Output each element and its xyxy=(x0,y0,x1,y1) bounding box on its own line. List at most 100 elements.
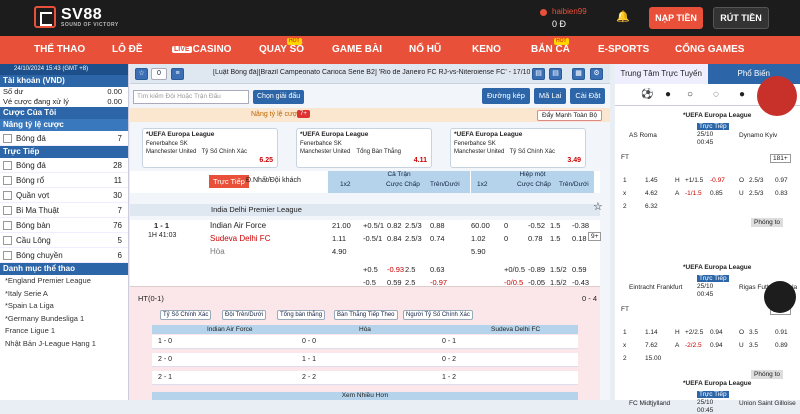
odds-cell[interactable]: 1.02 xyxy=(471,233,486,245)
search-input[interactable]: Tìm kiếm Đội Hoặc Trận Đấu xyxy=(133,90,249,104)
logo[interactable]: SV88SOUND OF VICTORY xyxy=(34,6,119,28)
odds-cell[interactable]: 1.5 xyxy=(550,220,560,232)
odds-cell[interactable]: +0.5/1 xyxy=(363,220,384,232)
doc-icon[interactable]: ▤ xyxy=(532,68,545,80)
grid-row[interactable]: 2 - 0 1 - 1 0 - 2 xyxy=(152,353,578,367)
odds-cell[interactable]: 5.90 xyxy=(471,246,486,258)
nav-item-casino[interactable]: LIVECASINO xyxy=(172,36,231,64)
news-ticker[interactable]: [Luật Bóng đá][Brazil Campeonato Carioca… xyxy=(213,69,531,76)
promo-card[interactable]: *UEFA Europa League Fenerbahce SK Manche… xyxy=(142,128,278,168)
league-item[interactable]: *England Premier League xyxy=(0,275,128,288)
nav-item-the-thao[interactable]: THỂ THAO xyxy=(34,36,85,64)
odds-cell[interactable]: 21.00 xyxy=(332,220,351,232)
odds-cell[interactable]: -0.38 xyxy=(572,220,589,232)
deposit-button[interactable]: NẠP TIỀN xyxy=(649,7,703,29)
settings-dropdown[interactable]: Cài Đặt xyxy=(570,88,605,104)
live-item-table-tennis[interactable]: Bóng bàn76 xyxy=(0,218,128,233)
odds-cell[interactable]: 0.82 xyxy=(387,220,402,232)
bell-icon[interactable]: 🔔 xyxy=(616,11,626,23)
raise-item-football[interactable]: Bóng đá7 xyxy=(0,131,128,146)
odds-cell[interactable]: 0.84 xyxy=(387,233,402,245)
grid-score[interactable]: 0 - 0 xyxy=(302,335,316,349)
odds-cell[interactable]: -0.89 xyxy=(528,264,545,276)
live-item-billiards[interactable]: Bi Ma Thuật7 xyxy=(0,203,128,218)
grid-score[interactable]: 0 - 1 xyxy=(442,335,456,349)
chip-total-goals[interactable]: Tổng bàn thắng xyxy=(277,310,325,320)
odds-cell[interactable]: +0.5 xyxy=(363,264,378,276)
market-dropdown[interactable]: Mã Lai xyxy=(534,88,567,104)
odds-cell[interactable]: 2.5 xyxy=(405,264,415,276)
nav-item-esports[interactable]: E-SPORTS xyxy=(598,36,649,64)
odds-cell[interactable]: 2.5/3 xyxy=(405,220,422,232)
doc-icon-2[interactable]: ▤ xyxy=(549,68,562,80)
badminton-icon[interactable]: ◌ xyxy=(713,89,719,100)
nav-item-keno[interactable]: KENO xyxy=(472,36,501,64)
grid-score[interactable]: 1 - 2 xyxy=(442,371,456,385)
odds-cell[interactable]: -0.5/1 xyxy=(363,233,382,245)
raise-odds-header[interactable]: Nâng tỷ lệ cược xyxy=(0,119,128,131)
odds-cell[interactable]: -0.52 xyxy=(528,220,545,232)
withdraw-button[interactable]: RÚT TIỀN xyxy=(713,7,769,29)
promo-bubble-icon[interactable] xyxy=(757,76,797,116)
live-header[interactable]: Trực Tiếp xyxy=(0,146,128,158)
tab-live-center[interactable]: Trung Tâm Trực Tuyến xyxy=(615,64,708,84)
star-icon[interactable]: ☆ xyxy=(593,201,603,213)
grid-score[interactable]: 2 - 0 xyxy=(158,353,172,367)
promo-card[interactable]: *UEFA Europa League Fenerbahce SK Manche… xyxy=(450,128,586,168)
see-more-button[interactable]: Xem Nhiều Hơn xyxy=(152,392,578,400)
grid-row[interactable]: 1 - 0 0 - 0 0 - 1 xyxy=(152,335,578,349)
live-item-tennis[interactable]: Quần vợt30 xyxy=(0,188,128,203)
grid-score[interactable]: 1 - 1 xyxy=(302,353,316,367)
leagues-header[interactable]: Danh mục thể thao xyxy=(0,263,128,275)
tennis-icon[interactable]: ○ xyxy=(687,89,693,100)
table-tennis-icon[interactable]: ● xyxy=(739,89,745,100)
nav-item-no-hu[interactable]: NỔ HŨ xyxy=(409,36,441,64)
odds-cell[interactable]: 4.90 xyxy=(332,246,347,258)
live-item-volleyball[interactable]: Bóng chuyền6 xyxy=(0,248,128,263)
live-item-football[interactable]: Bóng đá28 xyxy=(0,158,128,173)
odds-cell[interactable]: 1.11 xyxy=(332,233,346,245)
odds-cell[interactable]: 0.18 xyxy=(572,233,587,245)
chip-team-ou[interactable]: Đội Trên/Dưới xyxy=(222,310,266,320)
chip-exact-score[interactable]: Tỷ Số Chính Xác xyxy=(160,310,211,320)
odds-cell[interactable]: 0.74 xyxy=(430,233,445,245)
my-bets-header[interactable]: Cược Của Tôi xyxy=(0,107,128,119)
grid-score[interactable]: 2 - 1 xyxy=(158,371,172,385)
league-item[interactable]: France Ligue 1 xyxy=(0,325,128,338)
live-item-basketball[interactable]: Bóng rổ11 xyxy=(0,173,128,188)
basketball-icon[interactable]: ● xyxy=(665,89,671,100)
league-item[interactable]: Nhật Bản J-League Hạng 1 xyxy=(0,338,128,351)
tab-live[interactable]: Trực Tiếp xyxy=(209,175,249,188)
grid-score[interactable]: 0 - 2 xyxy=(442,353,456,367)
odds-cell[interactable]: 0 xyxy=(504,220,508,232)
odds-cell[interactable]: 1.5 xyxy=(550,233,560,245)
league-item[interactable]: *Germany Bundesliga 1 xyxy=(0,313,128,326)
league-row[interactable]: India Delhi Premier League ☆ xyxy=(130,204,600,216)
odds-cell[interactable]: 0 xyxy=(504,233,508,245)
chip-person-exact[interactable]: Người Tỷ Số Chính Xác xyxy=(403,310,473,320)
league-item[interactable]: *Italy Serie A xyxy=(0,288,128,301)
odds-cell[interactable]: 0.59 xyxy=(572,264,587,276)
odds-cell[interactable]: 0.88 xyxy=(430,220,445,232)
odds-cell[interactable]: 0.78 xyxy=(528,233,543,245)
chip-next-goal[interactable]: Bàn Thắng Tiếp Theo xyxy=(334,310,398,320)
settings-icon[interactable]: ⚙ xyxy=(590,68,603,80)
user-info[interactable]: haibien99 0 Đ xyxy=(552,7,587,29)
live-item-badminton[interactable]: Cầu Lông5 xyxy=(0,233,128,248)
zero-badge[interactable]: 0 xyxy=(151,68,167,80)
chat-icon[interactable] xyxy=(764,281,796,313)
menu-icon[interactable]: ≡ xyxy=(171,68,184,80)
odds-type-dropdown[interactable]: Đường kép xyxy=(482,88,530,104)
print-icon[interactable]: ▦ xyxy=(572,68,585,80)
tab-home-away[interactable]: Đ.Nhất/Đội khách xyxy=(246,177,301,184)
grid-score[interactable]: 2 - 2 xyxy=(302,371,316,385)
football-icon[interactable]: ⚽ xyxy=(641,89,653,100)
nav-item-cong-games[interactable]: CỔNG GAMES xyxy=(675,36,744,64)
account-header[interactable]: Tài khoản (VND) xyxy=(0,75,128,87)
grid-score[interactable]: 1 - 0 xyxy=(158,335,172,349)
odds-cell[interactable]: 1.5/2 xyxy=(550,264,567,276)
odds-cell[interactable]: +0/0.5 xyxy=(504,264,525,276)
league-item[interactable]: *Spain La Liga xyxy=(0,300,128,313)
odds-cell[interactable]: -0.93 xyxy=(387,264,404,276)
choose-league-button[interactable]: Chọn giải đấu xyxy=(253,90,304,104)
